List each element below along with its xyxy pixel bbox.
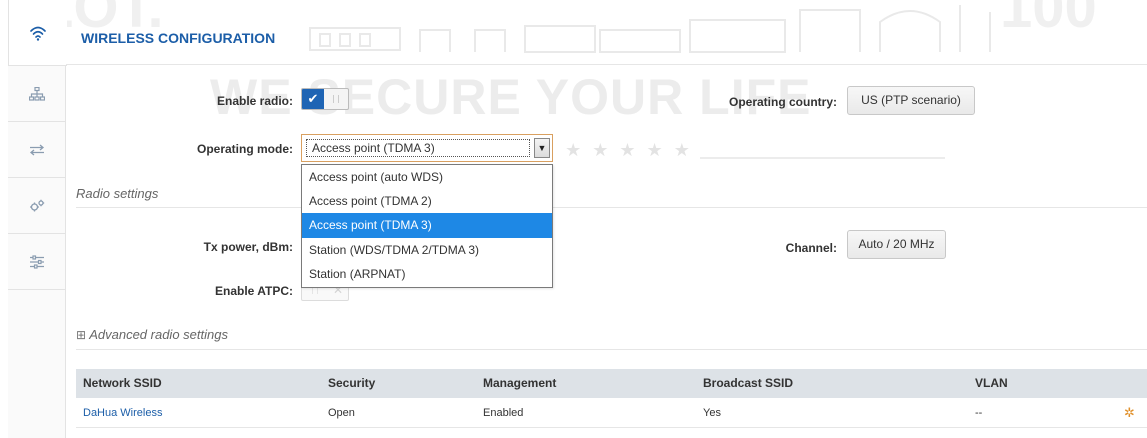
operating-mode-label: Operating mode: xyxy=(196,142,293,156)
sidebar-item-wireless[interactable] xyxy=(8,0,67,66)
management-cell: Enabled xyxy=(483,407,524,419)
vlan-cell: -- xyxy=(975,407,983,419)
wifi-icon xyxy=(30,26,46,41)
expand-icon: ⊞ xyxy=(76,328,87,342)
sliders-icon xyxy=(30,254,44,269)
operating-mode-select[interactable]: Access point (TDMA 3) ▼ xyxy=(301,134,553,162)
radio-settings-title: Radio settings xyxy=(76,186,159,201)
radio-settings-divider xyxy=(76,207,1147,208)
column-header-ssid: Network SSID xyxy=(83,376,162,390)
dropdown-option[interactable]: Access point (TDMA 2) xyxy=(302,189,552,213)
dropdown-option[interactable]: Station (WDS/TDMA 2/TDMA 3) xyxy=(302,238,552,262)
ssid-table: Network SSID Security Management Broadca… xyxy=(76,369,1147,428)
sidebar-item-system[interactable] xyxy=(8,234,66,290)
column-header-management: Management xyxy=(483,376,557,390)
watermark-stars: ★ ★ ★ ★ ★ ★ xyxy=(538,140,693,160)
advanced-divider xyxy=(76,349,1147,350)
table-header: Network SSID Security Management Broadca… xyxy=(76,369,1147,398)
watermark-building-graphic xyxy=(309,5,991,53)
sidebar-item-routing[interactable] xyxy=(8,122,66,178)
enable-atpc-label: Enable ATPC: xyxy=(214,284,293,298)
column-header-vlan: VLAN xyxy=(975,376,1008,390)
tx-power-label: Tx power, dBm: xyxy=(203,240,293,254)
channel-button[interactable]: Auto / 20 MHz xyxy=(847,230,946,259)
page-title: WIRELESS CONFIGURATION xyxy=(81,30,276,46)
dropdown-option[interactable]: Station (ARPNAT) xyxy=(302,262,552,286)
operating-mode-value: Access point (TDMA 3) xyxy=(306,139,530,157)
check-icon: ✔ xyxy=(302,89,324,109)
dropdown-option-selected[interactable]: Access point (TDMA 3) xyxy=(302,213,552,238)
ssid-link[interactable]: DaHua Wireless xyxy=(76,398,328,427)
column-header-broadcast: Broadcast SSID xyxy=(703,376,794,390)
dropdown-option[interactable]: Access point (auto WDS) xyxy=(302,165,552,189)
channel-label: Channel: xyxy=(785,241,837,255)
operating-country-label: Operating country: xyxy=(728,95,837,109)
column-header-security: Security xyxy=(328,376,376,390)
title-divider xyxy=(66,64,1147,65)
transfer-arrows-icon xyxy=(29,144,45,155)
sidebar xyxy=(8,0,67,438)
network-tree-icon xyxy=(29,86,45,101)
enable-radio-label: Enable radio: xyxy=(216,94,293,108)
sidebar-item-network[interactable] xyxy=(8,66,66,122)
sidebar-item-services[interactable] xyxy=(8,178,66,234)
watermark-line-right xyxy=(700,157,945,159)
operating-mode-dropdown: Access point (auto WDS) Access point (TD… xyxy=(301,164,553,288)
security-cell: Open xyxy=(328,407,355,419)
broadcast-cell: Yes xyxy=(703,407,721,419)
toggle-grip xyxy=(333,95,339,103)
gears-icon xyxy=(30,199,45,211)
advanced-radio-settings-toggle[interactable]: ⊞ Advanced radio settings xyxy=(76,327,228,342)
advanced-radio-settings-label: Advanced radio settings xyxy=(89,327,228,342)
chevron-down-icon[interactable]: ▼ xyxy=(534,138,550,158)
operating-country-button[interactable]: US (PTP scenario) xyxy=(847,86,975,115)
gear-icon[interactable]: ✲ xyxy=(1124,398,1135,428)
enable-radio-toggle[interactable]: ✔ xyxy=(301,88,349,110)
table-row: DaHua Wireless Open Enabled Yes -- ✲ xyxy=(76,398,1147,428)
